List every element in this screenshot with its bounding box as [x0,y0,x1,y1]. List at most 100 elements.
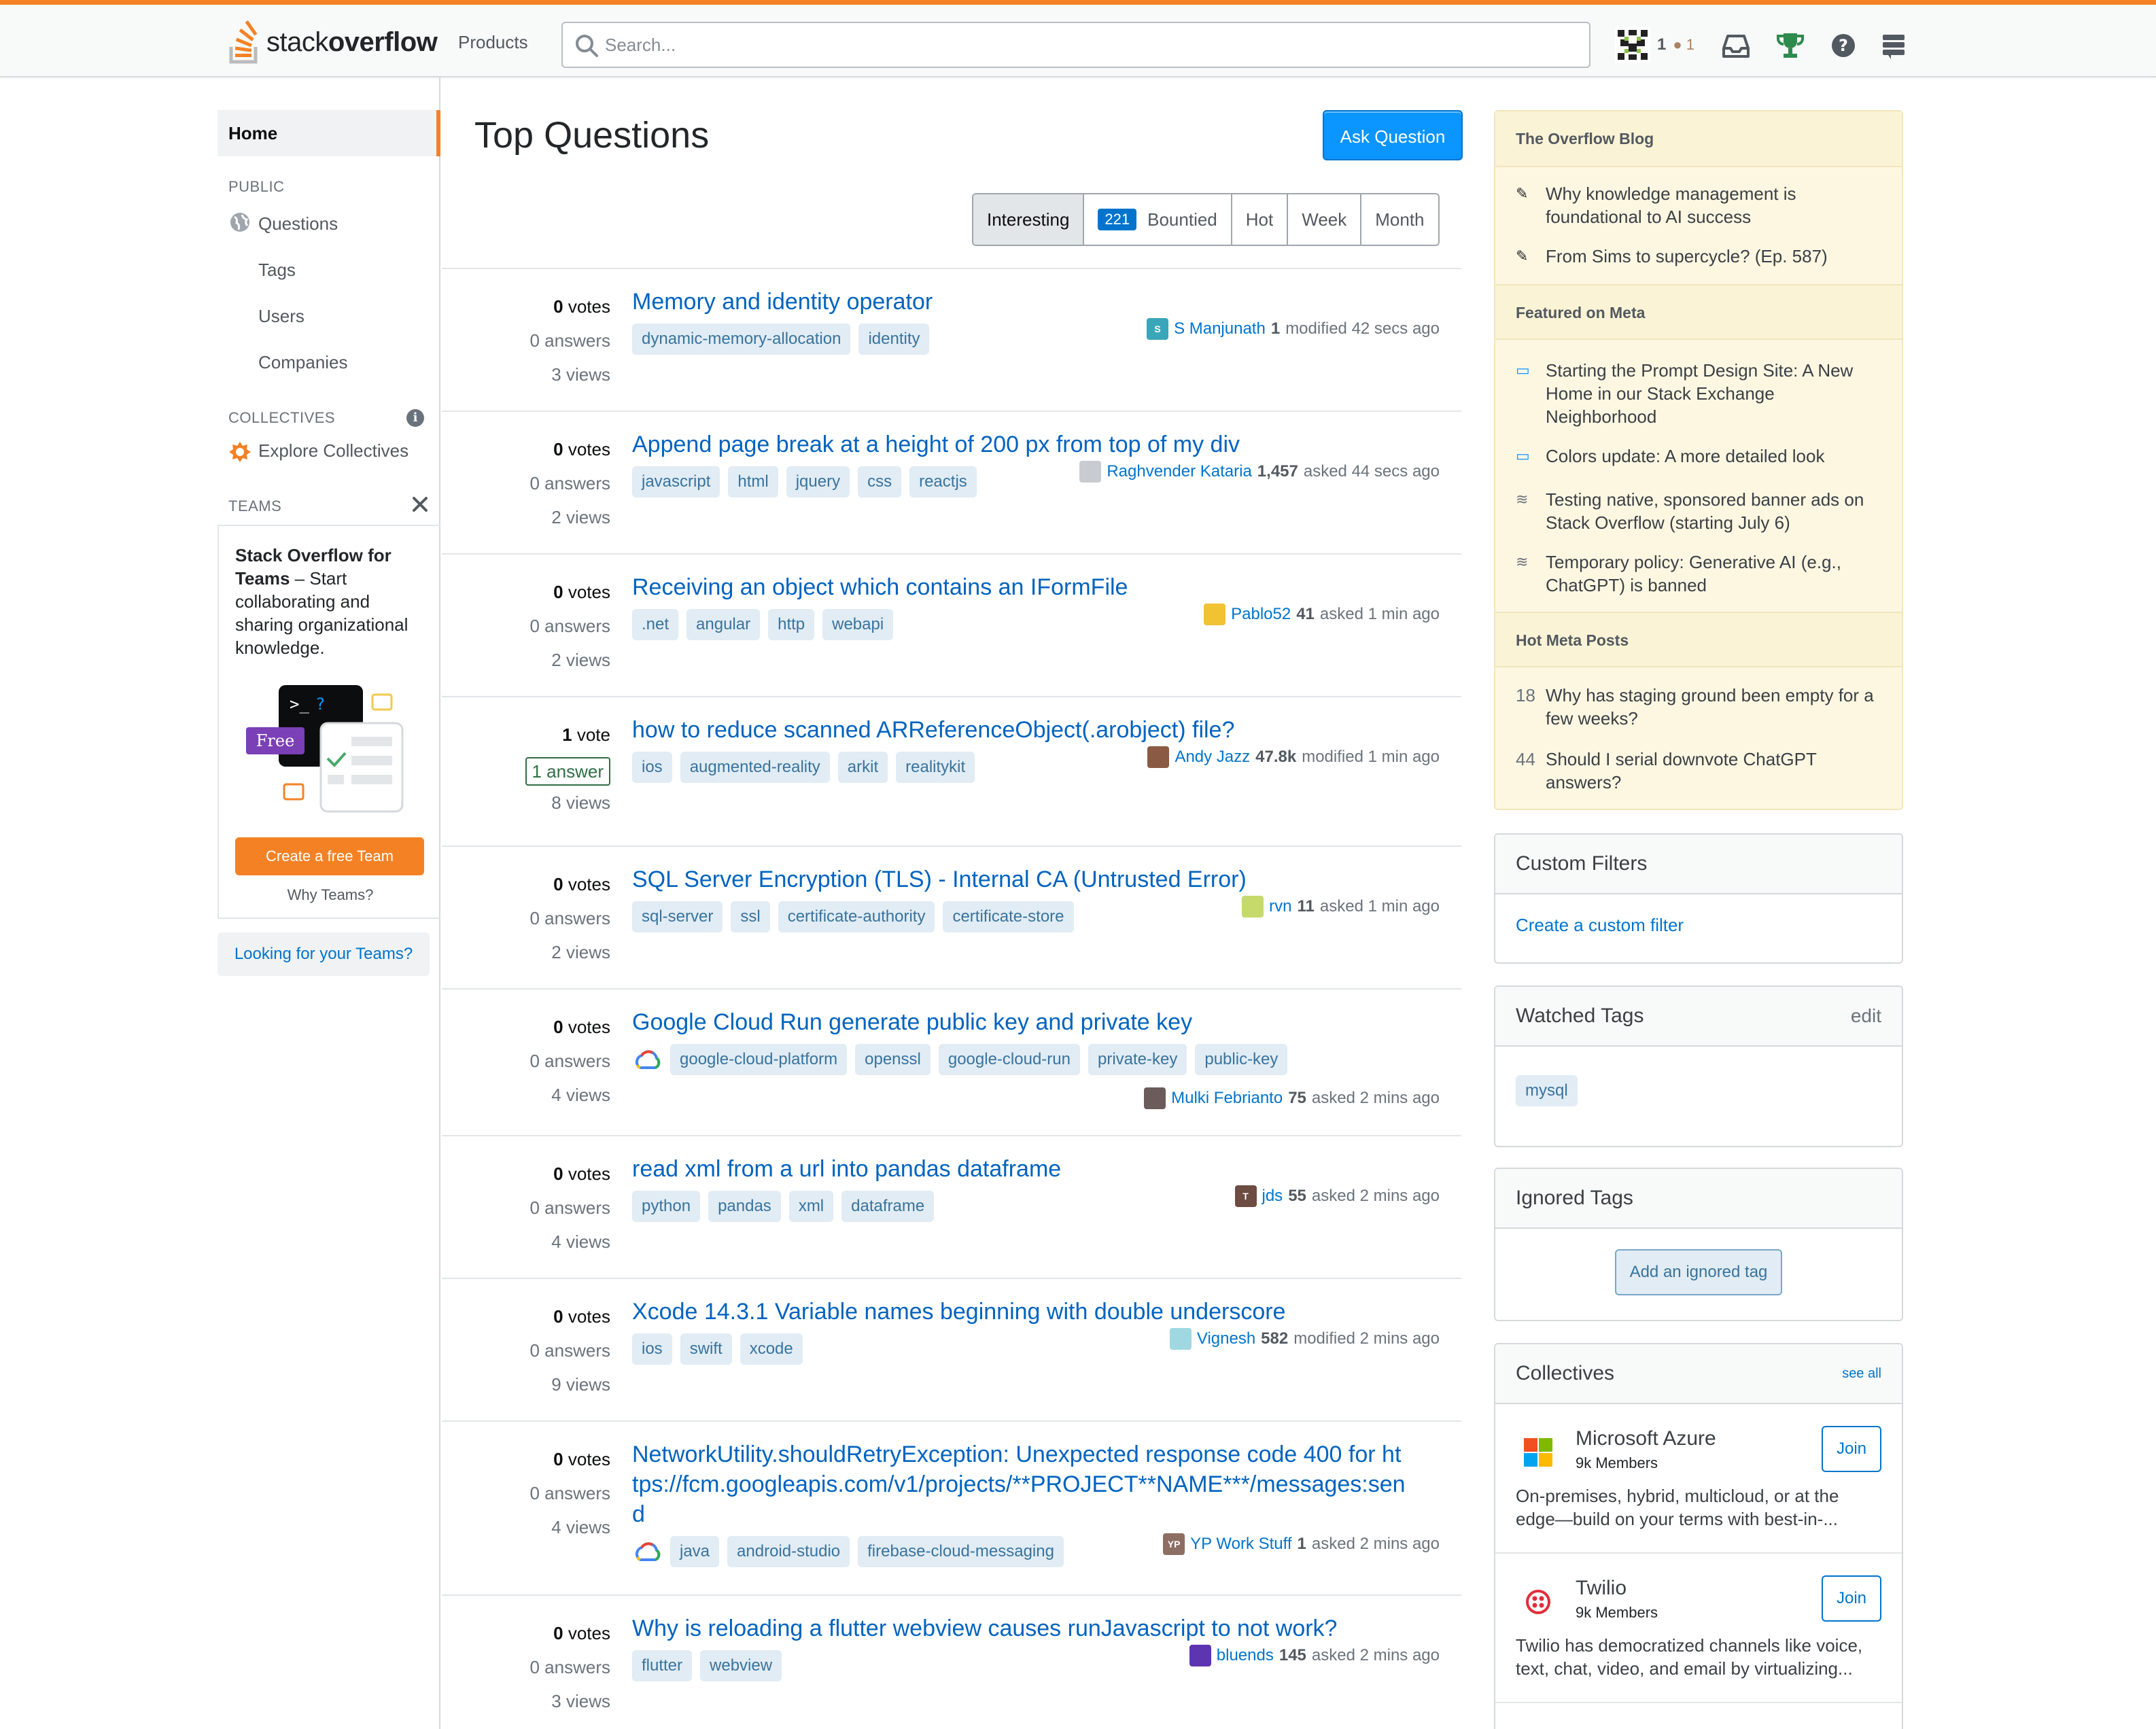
user-name-link[interactable]: Pablo52 [1231,605,1291,624]
question-title-link[interactable]: Append page break at a height of 200 px … [632,430,1407,459]
avatar[interactable] [1169,1328,1192,1350]
help-icon[interactable]: ? [1827,29,1860,62]
question-title-link[interactable]: Memory and identity operator [632,287,1407,317]
tag[interactable]: firebase-cloud-messaging [858,1536,1064,1567]
nav-users[interactable]: Users [258,306,305,327]
tag[interactable]: css [858,466,902,497]
tag[interactable]: certificate-authority [778,901,935,932]
user-name-link[interactable]: bluends [1217,1646,1274,1665]
collective-name[interactable]: Twilio [1576,1577,1627,1600]
blog-item[interactable]: ✎ Why knowledge management is foundationa… [1516,182,1883,228]
question-title-link[interactable]: NetworkUtility.shouldRetryException: Une… [632,1439,1407,1529]
avatar[interactable] [1144,1087,1166,1109]
nav-explore-collectives[interactable]: Explore Collectives [258,440,408,461]
collective-item[interactable]: Twilio 9k Members Join Twilio has democr… [1495,1554,1902,1703]
meta-item[interactable]: ≋ Temporary policy: Generative AI (e.g., … [1516,551,1883,597]
avatar[interactable] [1079,461,1102,483]
user-profile[interactable]: 1 ● 1 [1615,25,1694,65]
tab-interesting[interactable]: Interesting [973,194,1083,245]
question-title-link[interactable]: Xcode 14.3.1 Variable names beginning wi… [632,1297,1407,1327]
tag[interactable]: javascript [632,466,720,497]
why-teams-link[interactable]: Why Teams? [219,886,442,904]
tag[interactable]: ios [632,1333,672,1365]
question-title-link[interactable]: SQL Server Encryption (TLS) - Internal C… [632,864,1407,894]
ask-question-button[interactable]: Ask Question [1323,110,1463,160]
tag[interactable]: webview [700,1650,782,1681]
tag[interactable]: dataframe [841,1191,935,1222]
hot-meta-item[interactable]: 44 Should I serial downvote ChatGPT answe… [1516,748,1883,794]
user-name-link[interactable]: jds [1262,1187,1283,1206]
tag[interactable]: webapi [822,609,894,640]
search-box[interactable] [561,22,1590,68]
collective-item[interactable]: Microsoft Azure 9k Members Join On-premi… [1495,1404,1902,1554]
tab-hot[interactable]: Hot [1230,194,1287,245]
meta-item[interactable]: ▭ Starting the Prompt Design Site: A New … [1516,359,1883,428]
tag[interactable]: google-cloud-run [938,1044,1080,1075]
create-custom-filter-link[interactable]: Create a custom filter [1516,915,1684,935]
tag[interactable]: pandas [708,1191,781,1222]
hot-meta-item[interactable]: 18 Why has staging ground been empty for … [1516,684,1883,730]
avatar[interactable] [1147,746,1170,768]
avatar[interactable] [1204,604,1226,625]
tag[interactable]: .net [632,609,679,640]
user-name-link[interactable]: S Manjunath [1174,319,1266,338]
stackoverflow-logo[interactable]: stackoverflow [227,20,438,65]
tag[interactable]: private-key [1088,1044,1187,1075]
blog-item[interactable]: ✎ From Sims to supercycle? (Ep. 587) [1516,245,1883,268]
avatar[interactable]: YP [1163,1533,1185,1555]
meta-item[interactable]: ▭ Colors update: A more detailed look [1516,444,1883,468]
inbox-icon[interactable] [1720,29,1752,62]
achievements-trophy-icon[interactable] [1774,29,1807,62]
user-name-link[interactable]: Andy Jazz [1175,748,1250,767]
tag[interactable]: xml [788,1191,834,1222]
tag[interactable]: android-studio [727,1536,850,1567]
tag[interactable]: mysql [1516,1075,1578,1106]
tag[interactable]: certificate-store [943,901,1074,932]
question-title-link[interactable]: read xml from a url into pandas datafram… [632,1154,1407,1184]
tag[interactable]: html [728,466,778,497]
tag[interactable]: augmented-reality [680,752,830,783]
site-switcher-icon[interactable] [1877,29,1910,62]
close-icon[interactable] [411,495,430,514]
tag[interactable]: swift [680,1333,732,1365]
edit-watched-tags-link[interactable]: edit [1851,987,1881,1045]
tab-bountied[interactable]: 221 Bountied [1083,194,1231,245]
user-name-link[interactable]: YP Work Stuff [1190,1535,1291,1554]
search-input[interactable] [605,23,1570,67]
user-name-link[interactable]: rvn [1269,897,1291,916]
see-all-collectives-link[interactable]: see all [1842,1344,1881,1403]
tag[interactable]: public-key [1195,1044,1288,1075]
looking-for-teams-link[interactable]: Looking for your Teams? [218,932,430,976]
tag[interactable]: realitykit [896,752,975,783]
nav-questions[interactable]: Questions [258,213,338,234]
tag[interactable]: sql-server [632,901,723,932]
meta-item[interactable]: ≋ Testing native, sponsored banner ads on… [1516,488,1883,534]
user-name-link[interactable]: Mulki Febrianto [1171,1089,1283,1108]
tag[interactable]: xcode [740,1333,803,1365]
user-name-link[interactable]: Vignesh [1197,1329,1255,1348]
avatar[interactable]: T [1234,1185,1257,1207]
tag[interactable]: arkit [837,752,888,783]
avatar[interactable] [1242,896,1264,918]
products-menu[interactable]: Products [442,25,544,59]
tag[interactable]: google-cloud-platform [670,1044,848,1075]
question-title-link[interactable]: Receiving an object which contains an IF… [632,572,1407,602]
tag[interactable]: jquery [786,466,850,497]
tag[interactable]: reactjs [909,466,977,497]
tag[interactable]: java [670,1536,720,1567]
tag[interactable]: identity [858,324,930,355]
tag[interactable]: angular [686,609,761,640]
user-name-link[interactable]: Raghvender Kataria [1107,462,1251,481]
join-button[interactable]: Join [1822,1426,1881,1472]
create-free-team-button[interactable]: Create a free Team [235,837,424,875]
tab-month[interactable]: Month [1360,194,1438,245]
info-icon[interactable]: i [406,409,424,427]
collective-name[interactable]: Microsoft Azure [1576,1427,1716,1450]
join-button[interactable]: Join [1822,1575,1881,1622]
nav-home[interactable]: Home [218,110,440,156]
add-ignored-tag-button[interactable]: Add an ignored tag [1614,1249,1783,1295]
tag[interactable]: dynamic-memory-allocation [632,324,851,355]
question-title-link[interactable]: Google Cloud Run generate public key and… [632,1007,1407,1037]
tag[interactable]: openssl [855,1044,931,1075]
avatar[interactable]: S [1147,318,1169,340]
